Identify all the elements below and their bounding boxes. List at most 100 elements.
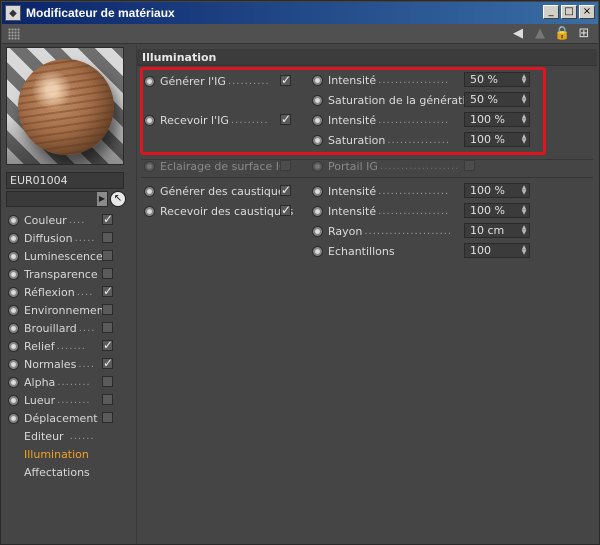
channel-item-couleur[interactable]: Couleur.... ✓ bbox=[2, 211, 132, 229]
channel-checkbox[interactable] bbox=[102, 322, 113, 333]
channel-checkbox[interactable]: ✓ bbox=[102, 339, 113, 351]
field-value: 100 % bbox=[470, 204, 505, 217]
gen-caustics-row: Générer des caustiques bbox=[144, 182, 290, 200]
channel-checkbox[interactable]: ✓ bbox=[102, 213, 113, 225]
animate-radio-icon[interactable] bbox=[144, 160, 155, 172]
channel-item-reflexion[interactable]: Réflexion.... ✓ bbox=[2, 283, 132, 301]
channel-label: Luminescence bbox=[24, 249, 103, 263]
title-bar[interactable]: ◆ Modificateur de matériaux _ □ × bbox=[2, 2, 598, 24]
channel-checkbox[interactable]: ✓ bbox=[102, 357, 113, 369]
page-item-affectations[interactable]: Affectations bbox=[2, 463, 132, 481]
page-label: Illumination bbox=[24, 447, 89, 461]
animate-radio-icon[interactable] bbox=[312, 205, 323, 217]
spinner-arrows-icon[interactable]: ▲ ▼ bbox=[520, 205, 528, 216]
animate-radio-icon[interactable] bbox=[144, 205, 155, 217]
gi-portal-label: Portail IG bbox=[328, 159, 378, 173]
area-light-checkbox[interactable] bbox=[280, 160, 291, 171]
material-tag-field[interactable]: ▶ bbox=[6, 191, 108, 207]
channel-item-diffusion[interactable]: Diffusion..... bbox=[2, 229, 132, 247]
gi-portal-row: Portail IG ................... bbox=[312, 157, 459, 175]
caustic-intensity-gen-row: Intensité ................. bbox=[312, 182, 449, 200]
channel-item-brouillard[interactable]: Brouillard.... bbox=[2, 319, 132, 337]
channel-radio-icon[interactable] bbox=[8, 232, 19, 244]
dot-leader: .... bbox=[76, 286, 94, 298]
caustic-intensity-gen-label: Intensité bbox=[328, 184, 377, 198]
arrow-forward-icon[interactable]: ▲ bbox=[532, 26, 548, 42]
channel-checkbox[interactable] bbox=[102, 268, 113, 279]
channel-label: Déplacement bbox=[24, 411, 98, 425]
page-label: Editeur bbox=[24, 429, 64, 443]
spinner-arrows-icon[interactable]: ▲ ▼ bbox=[520, 185, 528, 196]
close-button[interactable]: × bbox=[579, 5, 595, 19]
channel-checkbox[interactable] bbox=[102, 376, 113, 387]
animate-radio-icon[interactable] bbox=[144, 185, 155, 197]
dot-leader: ....... bbox=[56, 340, 86, 352]
channel-checkbox[interactable] bbox=[102, 250, 113, 261]
page-item-illumination[interactable]: Illumination bbox=[2, 445, 132, 463]
caustic-radius-field[interactable]: 10 cm ▲ ▼ bbox=[464, 223, 530, 238]
channel-radio-icon[interactable] bbox=[8, 340, 19, 352]
field-value: 100 bbox=[470, 244, 491, 257]
caustic-samples-label: Echantillons bbox=[328, 244, 395, 258]
channel-label: Réflexion bbox=[24, 285, 75, 299]
channel-radio-icon[interactable] bbox=[8, 304, 19, 316]
channel-radio-icon[interactable] bbox=[8, 250, 19, 262]
channel-item-transparence[interactable]: Transparence bbox=[2, 265, 132, 283]
rec-caustics-checkbox[interactable]: ✓ bbox=[280, 204, 291, 216]
channel-checkbox[interactable]: ✓ bbox=[102, 285, 113, 297]
material-editor-window: ◆ Modificateur de matériaux _ □ × ◀ ▲ 🔒 … bbox=[0, 0, 600, 545]
channel-label: Transparence bbox=[24, 267, 98, 281]
channel-radio-icon[interactable] bbox=[8, 268, 19, 280]
channel-item-alpha[interactable]: Alpha........ bbox=[2, 373, 132, 391]
channel-radio-icon[interactable] bbox=[8, 286, 19, 298]
channel-radio-icon[interactable] bbox=[8, 322, 19, 334]
channel-checkbox[interactable] bbox=[102, 232, 113, 243]
animate-radio-icon[interactable] bbox=[312, 245, 323, 257]
arrow-back-icon[interactable]: ◀ bbox=[510, 26, 526, 42]
channel-radio-icon[interactable] bbox=[8, 376, 19, 388]
channel-radio-icon[interactable] bbox=[8, 394, 19, 406]
material-name-field[interactable]: EUR01004 bbox=[6, 172, 124, 189]
new-window-icon[interactable]: ⊞ bbox=[576, 26, 592, 42]
channel-label: Diffusion bbox=[24, 231, 73, 245]
gi-portal-checkbox[interactable] bbox=[464, 160, 475, 171]
pick-cursor-icon[interactable]: ↖ bbox=[110, 191, 126, 207]
dot-leader: .... bbox=[78, 322, 96, 334]
channel-radio-icon[interactable] bbox=[8, 358, 19, 370]
caustic-intensity-gen-field[interactable]: 100 % ▲ ▼ bbox=[464, 183, 530, 198]
lock-icon[interactable]: 🔒 bbox=[554, 26, 570, 42]
channel-item-lueur[interactable]: Lueur........ bbox=[2, 391, 132, 409]
caustic-intensity-rec-row: Intensité ................. bbox=[312, 202, 449, 220]
minimize-button[interactable]: _ bbox=[543, 5, 559, 19]
app-icon: ◆ bbox=[5, 5, 21, 21]
channel-item-relief[interactable]: Relief....... ✓ bbox=[2, 337, 132, 355]
caustic-radius-row: Rayon ..................... bbox=[312, 222, 452, 240]
section-title: Illumination bbox=[137, 49, 597, 66]
animate-radio-icon[interactable] bbox=[312, 160, 323, 172]
material-preview[interactable] bbox=[6, 47, 124, 165]
preview-sphere bbox=[18, 59, 114, 155]
channel-radio-icon[interactable] bbox=[8, 214, 19, 226]
caustic-samples-field[interactable]: 100 ▲ ▼ bbox=[464, 243, 530, 258]
maximize-button[interactable]: □ bbox=[561, 5, 577, 19]
channel-item-luminescence[interactable]: Luminescence bbox=[2, 247, 132, 265]
dropdown-arrow-icon[interactable]: ▶ bbox=[97, 192, 107, 206]
highlight-box bbox=[140, 67, 546, 155]
caustic-intensity-rec-label: Intensité bbox=[328, 204, 377, 218]
gen-caustics-checkbox[interactable]: ✓ bbox=[280, 184, 291, 196]
spinner-arrows-icon[interactable]: ▲ ▼ bbox=[520, 245, 528, 256]
caustic-intensity-rec-field[interactable]: 100 % ▲ ▼ bbox=[464, 203, 530, 218]
channel-item-environnement[interactable]: Environnement bbox=[2, 301, 132, 319]
channel-checkbox[interactable] bbox=[102, 394, 113, 405]
animate-radio-icon[interactable] bbox=[312, 185, 323, 197]
channel-item-deplacement[interactable]: Déplacement bbox=[2, 409, 132, 427]
animate-radio-icon[interactable] bbox=[312, 225, 323, 237]
channel-radio-icon[interactable] bbox=[8, 412, 19, 424]
caustic-samples-row: Echantillons bbox=[312, 242, 395, 260]
spinner-arrows-icon[interactable]: ▲ ▼ bbox=[520, 225, 528, 236]
channel-checkbox[interactable] bbox=[102, 304, 113, 315]
page-item-editeur[interactable]: Editeur...... bbox=[2, 427, 132, 445]
grip-icon[interactable] bbox=[8, 28, 20, 40]
channel-checkbox[interactable] bbox=[102, 412, 113, 423]
channel-item-normales[interactable]: Normales.... ✓ bbox=[2, 355, 132, 373]
